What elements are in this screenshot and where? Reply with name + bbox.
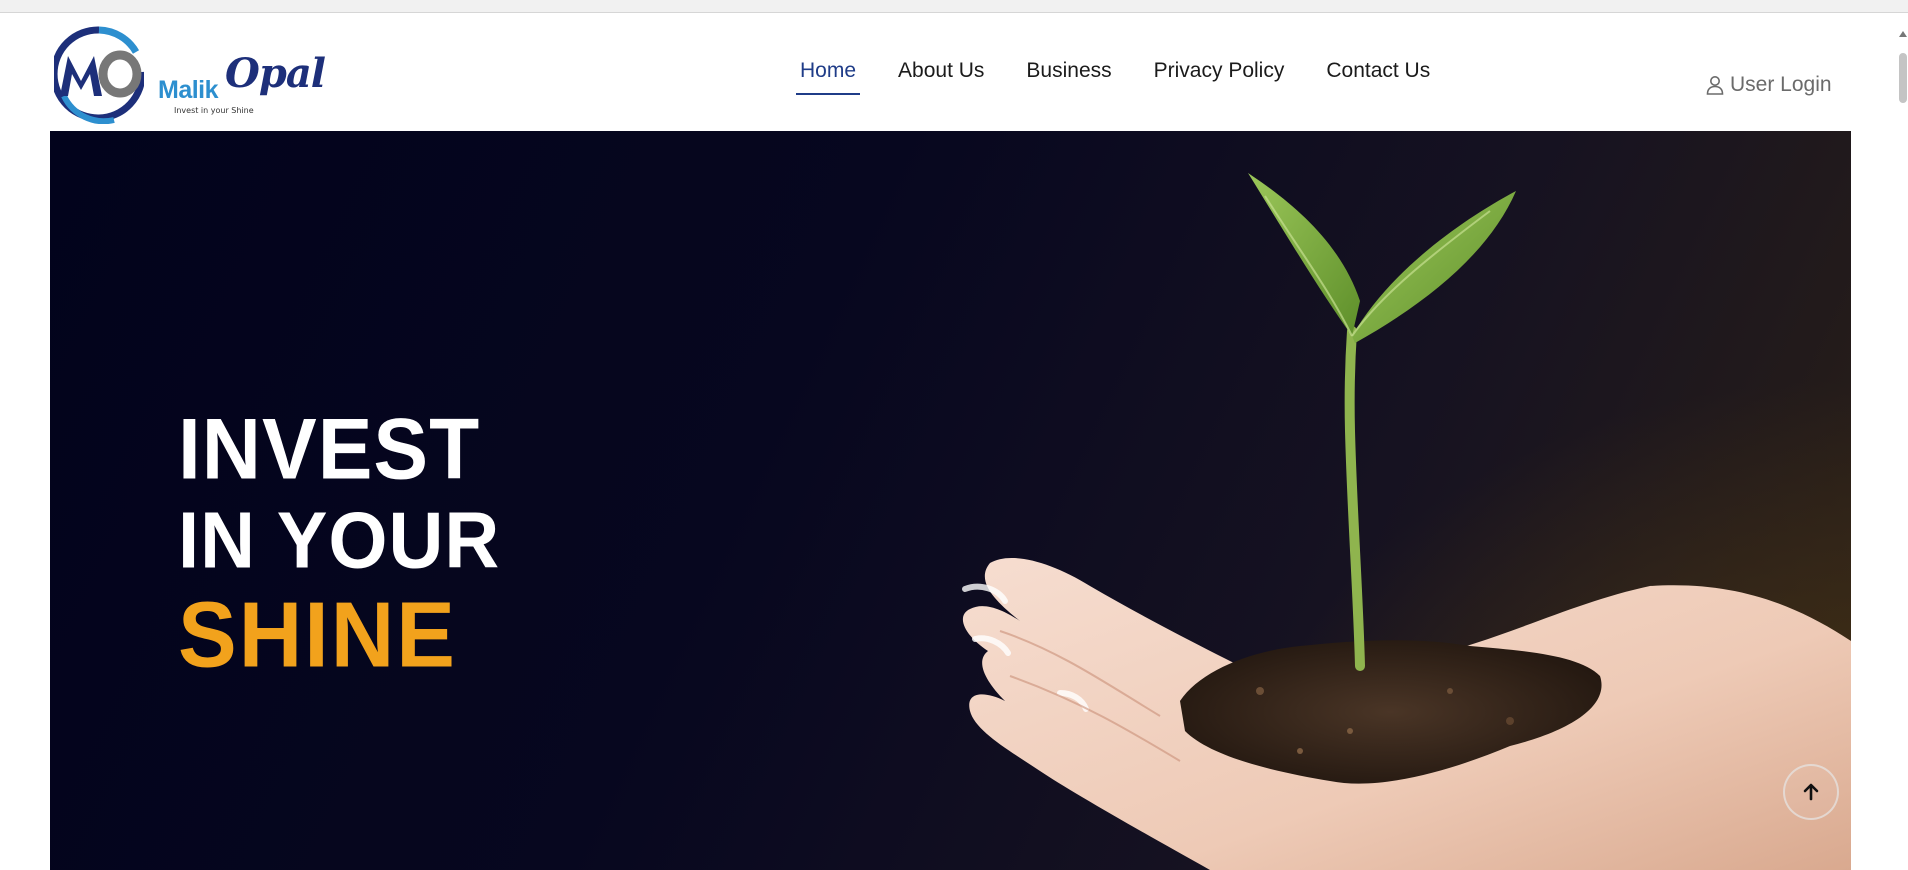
main-nav: Home About Us Business Privacy Policy Co… (796, 59, 1468, 95)
back-to-top-button[interactable] (1783, 764, 1839, 820)
scrollbar-thumb[interactable] (1899, 53, 1907, 103)
user-login-link[interactable]: User Login (1706, 73, 1832, 97)
page-scrollbar[interactable] (1898, 13, 1908, 870)
nav-home[interactable]: Home (796, 59, 861, 95)
scroll-up-arrow-icon[interactable] (1899, 31, 1907, 37)
logo-mark-icon (54, 26, 144, 124)
arrow-up-icon (1803, 783, 1819, 801)
logo-name-malik: Malik (158, 76, 219, 104)
hero-banner: INVEST IN YOUR SHINE (50, 131, 1851, 870)
hero-headline: INVEST IN YOUR SHINE (178, 401, 501, 687)
hero-line-invest: INVEST (178, 401, 481, 498)
nav-contact-us[interactable]: Contact Us (1322, 59, 1434, 95)
logo-wordmark: Malik Opal Invest in your Shine (158, 46, 326, 115)
nav-business[interactable]: Business (1022, 59, 1115, 95)
site-header: Malik Opal Invest in your Shine Home Abo… (0, 13, 1898, 131)
user-icon (1706, 76, 1724, 95)
hero-line-in-your: IN YOUR (178, 495, 501, 586)
user-login-label: User Login (1730, 73, 1832, 96)
brand-logo[interactable]: Malik Opal Invest in your Shine (54, 26, 326, 124)
logo-name-opal: Opal (225, 50, 326, 97)
hero-line-shine: SHINE (178, 582, 457, 687)
logo-tagline: Invest in your Shine (174, 106, 254, 115)
browser-top-strip (0, 0, 1908, 13)
nav-about-us[interactable]: About Us (894, 59, 988, 95)
nav-privacy-policy[interactable]: Privacy Policy (1150, 59, 1289, 95)
